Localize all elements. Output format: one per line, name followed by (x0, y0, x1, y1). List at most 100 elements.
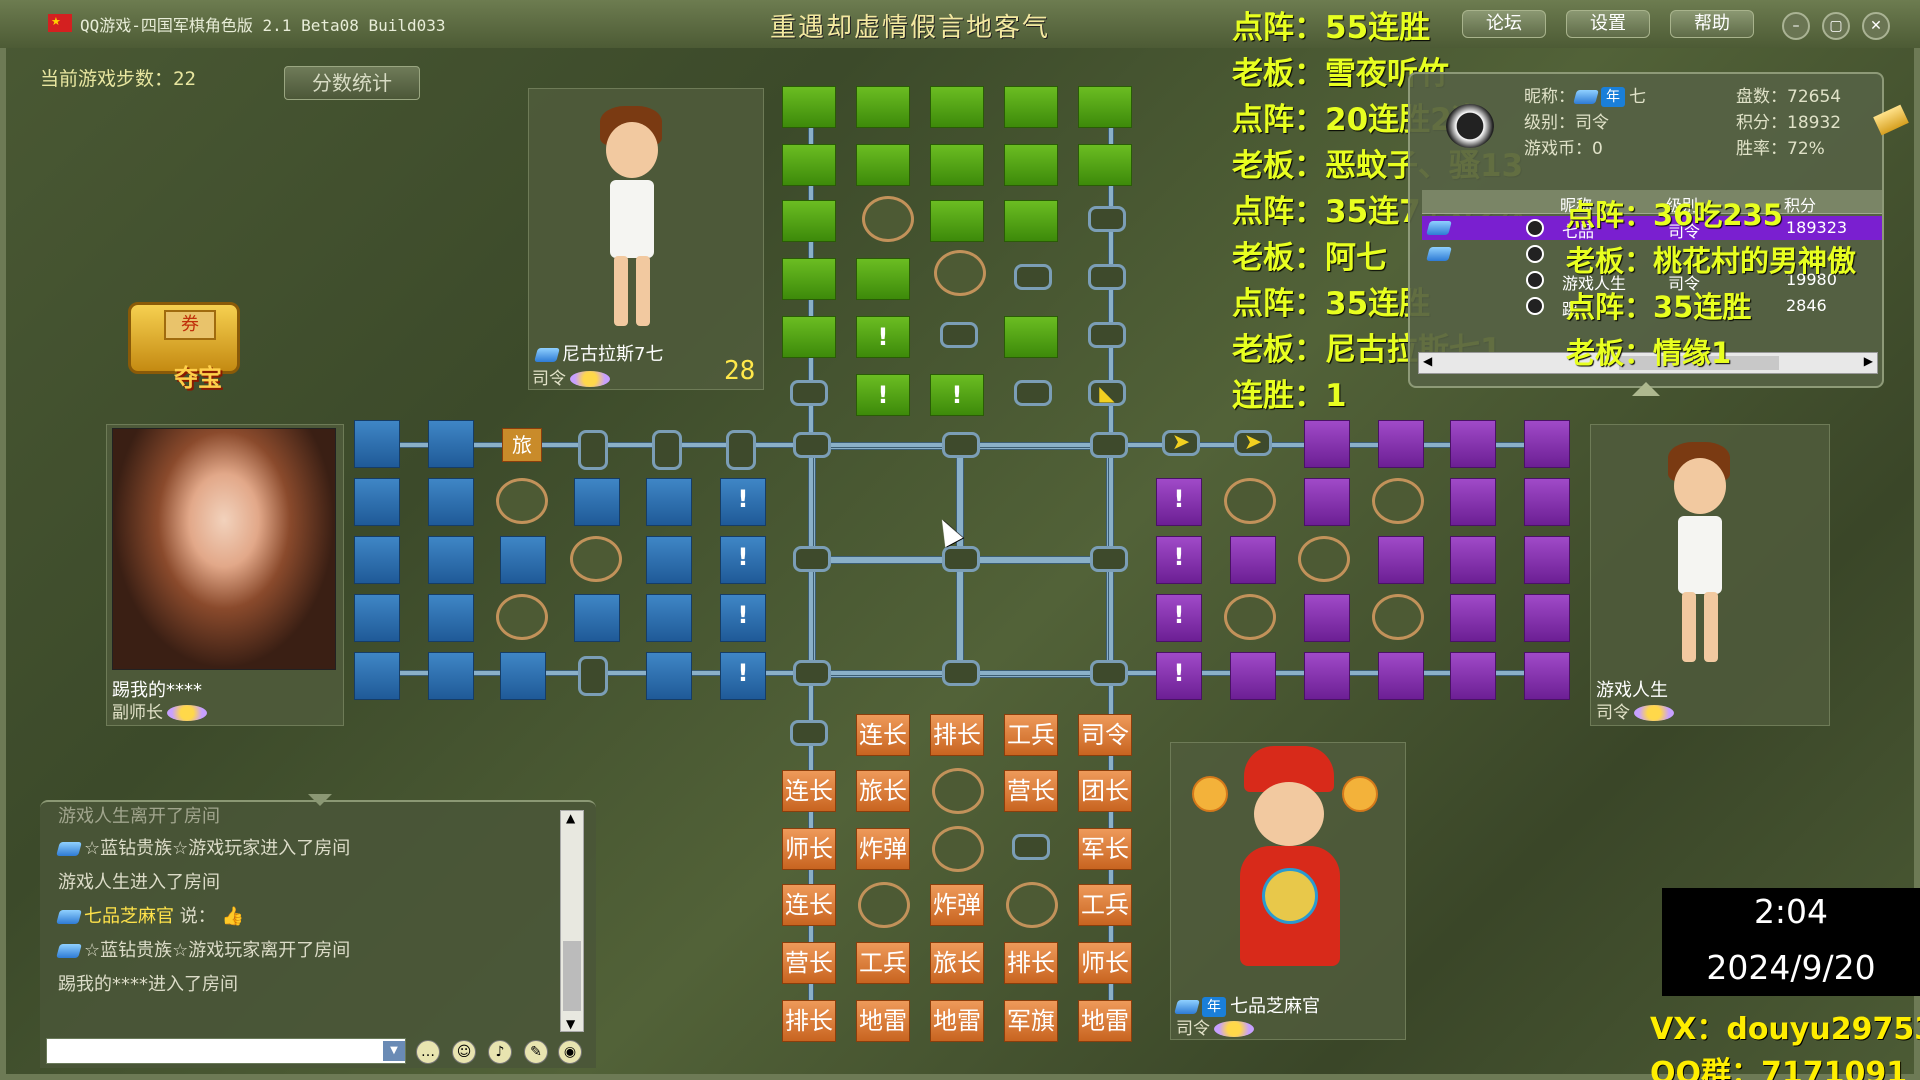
purple-piece[interactable] (1378, 536, 1424, 584)
green-piece[interactable] (856, 258, 910, 300)
scroll-up-icon[interactable]: ▲ (566, 811, 575, 825)
green-piece[interactable] (782, 86, 836, 128)
blue-piece[interactable] (354, 478, 400, 526)
arrow-marker[interactable]: ➤ (1162, 430, 1200, 456)
board-node[interactable] (1090, 432, 1128, 458)
board-camp[interactable] (932, 826, 984, 872)
own-piece[interactable]: 旅长 (856, 770, 910, 812)
blue-piece[interactable] (428, 594, 474, 642)
own-piece[interactable]: 军旗 (1004, 1000, 1058, 1042)
blue-piece[interactable] (646, 652, 692, 700)
blue-piece[interactable] (646, 478, 692, 526)
collapse-arrow-icon[interactable] (1632, 382, 1660, 396)
board-camp[interactable] (1372, 478, 1424, 524)
globe-icon[interactable]: ◉ (558, 1040, 582, 1064)
blue-piece-marked[interactable]: ! (720, 536, 766, 584)
board-camp[interactable] (570, 536, 622, 582)
chat-input[interactable]: ▼ (46, 1038, 406, 1064)
board-node[interactable] (793, 432, 831, 458)
own-piece[interactable]: 地雷 (856, 1000, 910, 1042)
purple-piece[interactable] (1524, 652, 1570, 700)
board-camp[interactable] (934, 250, 986, 296)
green-piece[interactable] (1078, 86, 1132, 128)
purple-piece[interactable] (1304, 478, 1350, 526)
green-piece[interactable] (782, 316, 836, 358)
green-piece[interactable] (930, 200, 984, 242)
board-node[interactable] (942, 546, 980, 572)
treasure-button[interactable]: 券 夺宝 (118, 292, 258, 392)
own-piece[interactable]: 炸弹 (856, 828, 910, 870)
purple-piece[interactable] (1378, 420, 1424, 468)
blue-piece[interactable] (428, 420, 474, 468)
board-node[interactable] (790, 720, 828, 746)
scroll-down-icon[interactable]: ▼ (566, 1017, 575, 1031)
blue-piece[interactable] (646, 594, 692, 642)
board-node[interactable] (578, 656, 608, 696)
board-node[interactable] (1014, 264, 1052, 290)
speech-bubble-icon[interactable]: … (416, 1040, 440, 1064)
green-piece[interactable] (856, 86, 910, 128)
collapse-arrow-icon[interactable] (308, 794, 332, 806)
green-piece[interactable] (1004, 316, 1058, 358)
forum-button[interactable]: 论坛 (1462, 10, 1546, 38)
arrow-marker[interactable]: ➤ (1234, 430, 1272, 456)
green-piece[interactable] (782, 144, 836, 186)
purple-piece[interactable] (1524, 420, 1570, 468)
own-piece[interactable]: 排长 (782, 1000, 836, 1042)
own-piece[interactable]: 连长 (782, 770, 836, 812)
purple-piece[interactable] (1230, 652, 1276, 700)
board-node[interactable] (793, 546, 831, 572)
blue-piece[interactable] (354, 594, 400, 642)
green-piece-marked[interactable]: ! (856, 316, 910, 358)
board-node[interactable] (1088, 206, 1126, 232)
purple-piece[interactable] (1304, 420, 1350, 468)
board-camp[interactable] (1224, 594, 1276, 640)
own-piece[interactable]: 连长 (856, 714, 910, 756)
wrench-icon[interactable]: ✎ (524, 1040, 548, 1064)
purple-piece-marked[interactable]: ! (1156, 652, 1202, 700)
scroll-left-icon[interactable]: ◀ (1423, 354, 1432, 368)
board-node[interactable] (790, 380, 828, 406)
board-node[interactable] (1088, 264, 1126, 290)
board-node[interactable] (793, 660, 831, 686)
board-camp[interactable] (862, 196, 914, 242)
board-camp[interactable] (1224, 478, 1276, 524)
blue-piece[interactable] (354, 536, 400, 584)
blue-piece-tag[interactable]: 旅 (502, 428, 542, 462)
settings-button[interactable]: 设置 (1566, 10, 1650, 38)
own-piece[interactable]: 地雷 (930, 1000, 984, 1042)
own-piece[interactable]: 工兵 (856, 942, 910, 984)
blue-piece[interactable] (500, 536, 546, 584)
board-camp[interactable] (496, 594, 548, 640)
board-camp[interactable] (1006, 882, 1058, 928)
board-camp[interactable] (496, 478, 548, 524)
blue-piece-marked[interactable]: ! (720, 652, 766, 700)
own-piece[interactable]: 地雷 (1078, 1000, 1132, 1042)
board-camp[interactable] (1372, 594, 1424, 640)
green-piece-marked[interactable]: ! (856, 374, 910, 416)
purple-piece[interactable] (1524, 536, 1570, 584)
purple-piece-marked[interactable]: ! (1156, 536, 1202, 584)
board-node[interactable] (726, 430, 756, 470)
blue-piece[interactable] (428, 478, 474, 526)
own-piece[interactable]: 排长 (1004, 942, 1058, 984)
board-node[interactable] (1088, 322, 1126, 348)
board-node[interactable] (652, 430, 682, 470)
flag-marker-icon[interactable]: ◣ (1088, 380, 1126, 406)
blue-piece[interactable] (574, 594, 620, 642)
score-stats-button[interactable]: 分数统计 (284, 66, 420, 100)
blue-piece[interactable] (428, 652, 474, 700)
purple-piece[interactable] (1450, 536, 1496, 584)
own-piece[interactable]: 营长 (1004, 770, 1058, 812)
purple-piece-marked[interactable]: ! (1156, 594, 1202, 642)
purple-piece[interactable] (1304, 652, 1350, 700)
own-piece[interactable]: 师长 (782, 828, 836, 870)
top-player-name-row[interactable]: 尼古拉斯7七 (534, 340, 663, 366)
blue-piece[interactable] (646, 536, 692, 584)
blue-piece[interactable] (428, 536, 474, 584)
green-piece[interactable] (856, 144, 910, 186)
purple-piece[interactable] (1304, 594, 1350, 642)
own-piece[interactable]: 连长 (782, 884, 836, 926)
blue-piece-marked[interactable]: ! (720, 594, 766, 642)
speaker-icon[interactable]: ♪ (488, 1040, 512, 1064)
